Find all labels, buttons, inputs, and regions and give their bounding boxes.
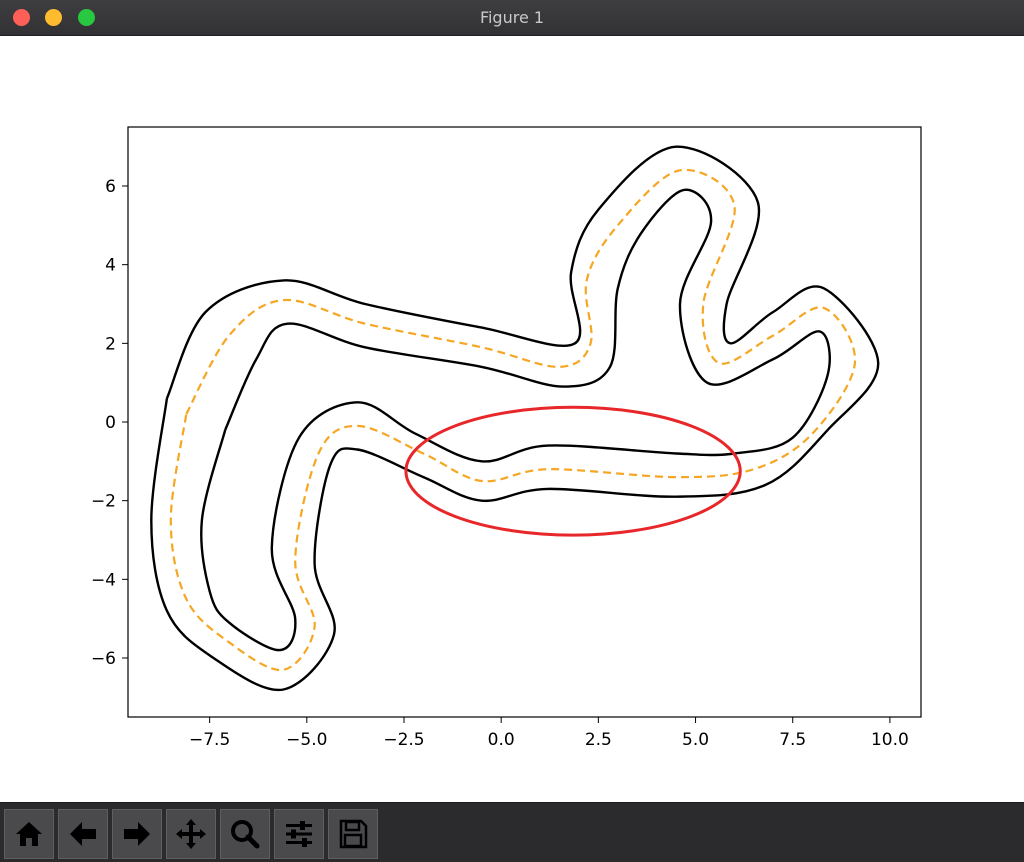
x-tick-label: −7.5 — [189, 730, 230, 750]
forward-button[interactable] — [112, 809, 162, 859]
x-tick-label: 5.0 — [682, 730, 709, 750]
figure-canvas[interactable]: −7.5 −5.0 −2.5 0.0 2.5 5.0 7.5 10.0 6 4 2 0 −2 −4 −6 — [0, 36, 1024, 802]
track-outer-boundary — [150, 145, 880, 692]
navigation-toolbar — [0, 802, 1024, 862]
x-tick-label: 7.5 — [779, 730, 806, 750]
zoom-icon — [231, 820, 260, 849]
axes-frame — [127, 126, 922, 718]
pan-icon — [176, 819, 206, 849]
window-title: Figure 1 — [479, 8, 545, 27]
y-axis-ticks: 6 4 2 0 −2 −4 −6 — [91, 177, 128, 669]
configure-subplots-icon — [286, 821, 312, 847]
x-tick-label: 10.0 — [871, 730, 909, 750]
track-inner-boundary — [200, 188, 831, 652]
y-tick-label: 4 — [105, 256, 116, 276]
configure-subplots-button[interactable] — [274, 809, 324, 859]
back-arrow-icon — [70, 822, 96, 846]
y-tick-label: −2 — [91, 492, 116, 512]
y-tick-label: −6 — [91, 649, 116, 669]
x-axis-ticks: −7.5 −5.0 −2.5 0.0 2.5 5.0 7.5 10.0 — [189, 717, 909, 750]
y-tick-label: 6 — [105, 177, 116, 197]
home-button[interactable] — [4, 809, 54, 859]
x-tick-label: −2.5 — [383, 730, 424, 750]
y-tick-label: 2 — [105, 334, 116, 354]
track-layer — [150, 145, 880, 692]
x-tick-label: −5.0 — [286, 730, 327, 750]
window-titlebar: Figure 1 — [0, 0, 1024, 36]
save-icon — [339, 819, 368, 849]
y-tick-label: −4 — [91, 570, 116, 590]
x-tick-label: 0.0 — [488, 730, 515, 750]
home-icon — [16, 822, 42, 846]
back-button[interactable] — [58, 809, 108, 859]
y-tick-label: 0 — [105, 413, 116, 433]
forward-arrow-icon — [124, 822, 150, 846]
save-button[interactable] — [328, 809, 378, 859]
track-centerline — [169, 168, 857, 672]
plot-area[interactable]: −7.5 −5.0 −2.5 0.0 2.5 5.0 7.5 10.0 6 4 2 0 −2 −4 −6 — [0, 36, 1024, 802]
pan-button[interactable] — [166, 809, 216, 859]
zoom-button[interactable] — [220, 809, 270, 859]
x-tick-label: 2.5 — [585, 730, 612, 750]
